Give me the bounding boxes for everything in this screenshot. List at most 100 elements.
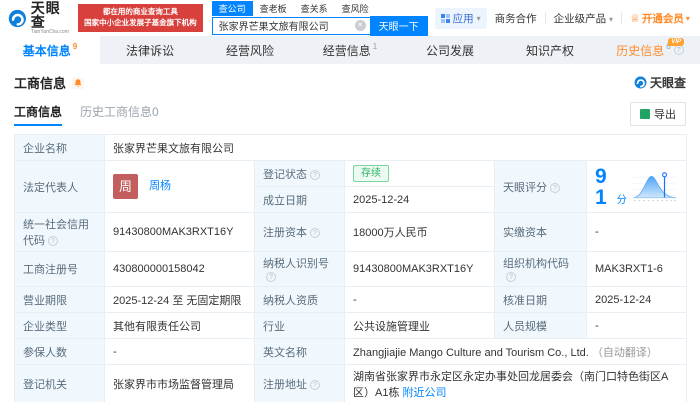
excel-icon (640, 109, 650, 119)
score-cell[interactable]: 91 分 (585, 160, 688, 213)
logo-name: 天眼查 (30, 0, 61, 30)
enterprise-product-menu[interactable]: 企业级产品 ▾ (554, 11, 613, 26)
taxq-value: - (344, 286, 495, 313)
clear-icon[interactable]: ✕ (354, 20, 366, 31)
tab-label: 知识产权 (525, 43, 574, 58)
tab-label: 法律诉讼 (125, 43, 174, 58)
help-icon[interactable]: ? (310, 169, 320, 180)
company-name-value: 张家界芒果文旅有限公司 (103, 134, 688, 161)
biz-cooperation-link[interactable]: 商务合作 (495, 11, 537, 26)
est-date-label: 成立日期 (254, 186, 345, 213)
search-tab-relation[interactable]: 查关系 (294, 1, 335, 16)
export-button[interactable]: 导出 (630, 102, 686, 126)
regno-value: 430800000158042 (104, 251, 255, 287)
regcap-label: 注册资本 (263, 227, 307, 239)
insured-value: - (104, 338, 255, 365)
address-value: 湖南省张家界市永定区永定办事处回龙居委会（南门口特色街区A区）A1栋 (353, 371, 669, 399)
brand-banner: 都在用的商业查询工具 国家中小企业发展子基金旗下机构 (78, 4, 203, 32)
uscc-value: 91430800MAK3RXT16Y (104, 212, 255, 252)
tab-label: 经营信息 (322, 43, 371, 58)
business-info-table: 企业名称 张家界芒果文旅有限公司 法定代表人 周 周杨 登记状态? 存续 天眼评… (14, 134, 688, 402)
tab-operation-risk[interactable]: 经营风险 (200, 36, 300, 64)
score-value: 91 (595, 164, 607, 209)
table-row: 登记机关 张家界市市场监督管理局 注册地址? 湖南省张家界市永定区永定办事处回龙… (14, 364, 688, 402)
apps-label: 应用 (452, 12, 474, 25)
tab-history-info[interactable]: 历史信息 6 ? VIP (600, 36, 700, 64)
industry-value: 公共设施管理业 (344, 312, 495, 339)
table-row: 企业类型 其他有限责任公司 行业 公共设施管理业 人员规模 - (14, 312, 688, 339)
tab-label: 经营风险 (225, 43, 274, 58)
vip-badge: VIP (668, 38, 684, 46)
score-label-cell: 天眼评分? (494, 160, 587, 213)
tianyancha-logo[interactable]: 天眼查 TianYanCha.com (8, 1, 71, 35)
help-icon[interactable]: ? (310, 228, 320, 238)
subtab-current-info[interactable]: 工商信息 (14, 103, 63, 126)
monitor-bell-icon[interactable] (72, 76, 85, 89)
table-row: 法定代表人 周 周杨 登记状态? 存续 天眼评分? 91 分 (14, 160, 688, 213)
tab-label: 基本信息 (22, 43, 71, 58)
authority-value: 张家界市市场监督管理局 (104, 364, 255, 402)
search-tab-risk[interactable]: 查风险 (335, 1, 376, 16)
tianyancha-logo-icon (634, 76, 647, 89)
term-label: 营业期限 (14, 286, 105, 313)
logo-text-wrap: 天眼查 TianYanCha.com (31, 1, 71, 35)
search-tab-boss[interactable]: 查老板 (253, 1, 294, 16)
type-value: 其他有限责任公司 (104, 312, 255, 339)
open-vip-menu[interactable]: ♕ 开通会员 ▾ (630, 11, 690, 26)
caret-down-icon: ▾ (609, 14, 614, 24)
tab-basic-info[interactable]: 基本信息 9 (0, 36, 100, 64)
orgcode-label: 组织机构代码 (503, 258, 569, 270)
table-row: 统一社会信用代码? 91430800MAK3RXT16Y 注册资本? 18000… (14, 212, 688, 252)
est-date-value: 2025-12-24 (344, 186, 495, 213)
table-row: 参保人数 - 英文名称 Zhangjiajie Mango Culture an… (14, 338, 688, 365)
tab-operation-info[interactable]: 经营信息 1 (300, 36, 400, 64)
tab-label: 公司发展 (425, 43, 474, 58)
address-label-cell: 注册地址? (254, 364, 345, 402)
subtab-history-info[interactable]: 历史工商信息0 (80, 103, 159, 126)
legal-rep-link[interactable]: 周杨 (149, 180, 171, 192)
divider (544, 12, 546, 24)
search-input[interactable] (211, 16, 370, 35)
open-vip-label: 开通会员 (641, 12, 684, 25)
staff-label: 人员规模 (494, 312, 587, 339)
tab-intellectual-property[interactable]: 知识产权 (500, 36, 600, 64)
score-label: 天眼评分 (503, 181, 547, 194)
banner-line1: 都在用的商业查询工具 (102, 7, 178, 17)
company-nav-tabs: 基本信息 9 法律诉讼 经营风险 经营信息 1 公司发展 知识产权 历史信息 6… (0, 36, 700, 64)
search-button[interactable]: 天眼一下 (369, 15, 428, 36)
search-tab-company[interactable]: 查公司 (211, 0, 253, 16)
authority-label: 登记机关 (14, 364, 105, 402)
taxid-value: 91430800MAK3RXT16Y (344, 251, 495, 287)
app-grid-icon (440, 13, 450, 23)
help-icon[interactable]: ? (310, 380, 320, 390)
help-icon[interactable]: ? (48, 236, 58, 246)
watermark-logo: 天眼查 (634, 74, 686, 91)
apps-menu[interactable]: 应用 ▾ (434, 7, 487, 29)
paidcap-label: 实缴资本 (494, 212, 587, 252)
nearby-companies-link[interactable]: 附近公司 (403, 387, 447, 399)
divider (621, 12, 623, 24)
help-icon[interactable]: ? (506, 272, 516, 282)
staff-value: - (585, 312, 688, 339)
type-label: 企业类型 (14, 312, 105, 339)
help-icon[interactable]: ? (550, 182, 560, 193)
tab-legal-litigation[interactable]: 法律诉讼 (100, 36, 200, 64)
tab-count: 9 (72, 41, 78, 51)
approve-label: 核准日期 (494, 286, 587, 313)
subtab-row: 工商信息 历史工商信息0 导出 (0, 92, 700, 126)
tianyancha-company-page: 天眼查 TianYanCha.com 都在用的商业查询工具 国家中小企业发展子基… (0, 0, 700, 402)
reg-status-cell: 存续 (344, 160, 495, 187)
help-icon[interactable]: ? (673, 45, 684, 55)
table-row: 工商注册号 430800000158042 纳税人识别号? 91430800MA… (14, 251, 688, 287)
approve-value: 2025-12-24 (585, 286, 688, 313)
search-tabs: 查公司 查老板 查关系 查风险 (211, 0, 428, 16)
crown-icon: ♕ (630, 12, 640, 25)
regcap-label-cell: 注册资本? (254, 212, 345, 252)
avatar[interactable]: 周 (113, 174, 138, 199)
tab-company-development[interactable]: 公司发展 (400, 36, 500, 64)
legal-rep-label: 法定代表人 (14, 160, 105, 213)
regno-label: 工商注册号 (14, 251, 105, 287)
company-name-label: 企业名称 (14, 134, 105, 161)
term-value: 2025-12-24 至 无固定期限 (104, 286, 255, 313)
help-icon[interactable]: ? (266, 272, 276, 282)
